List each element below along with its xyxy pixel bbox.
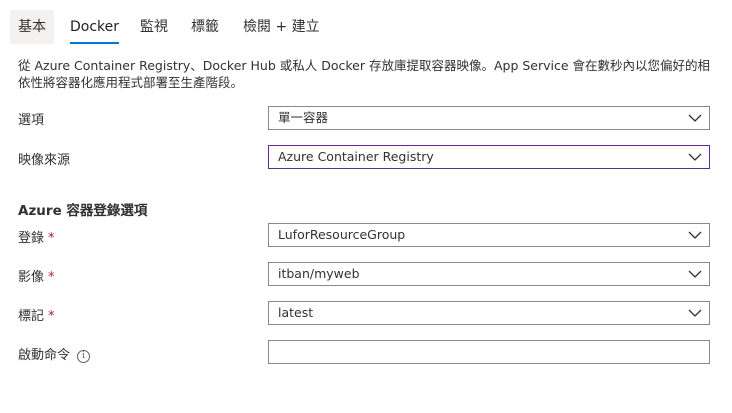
image-value: itban/myweb <box>278 266 360 281</box>
info-icon[interactable]: i <box>77 350 91 363</box>
tag-value: latest <box>278 305 314 320</box>
tag-dropdown[interactable]: latest <box>268 301 710 325</box>
tab-basics[interactable]: 基本 <box>10 10 54 44</box>
image-label-text: 影像 <box>18 270 45 285</box>
tab-monitoring[interactable]: 監視 <box>140 10 168 44</box>
chevron-down-icon <box>688 231 702 239</box>
chevron-down-icon <box>688 114 702 122</box>
tab-review-create[interactable]: 檢閱 + 建立 <box>243 10 320 44</box>
tab-docker[interactable]: Docker <box>70 10 120 44</box>
docker-description: 從 Azure Container Registry、Docker Hub 或私… <box>18 58 711 90</box>
acr-section-title: Azure 容器登錄選項 <box>18 203 148 219</box>
chevron-down-icon <box>688 153 702 161</box>
tab-tags[interactable]: 標籤 <box>191 10 219 44</box>
required-marker: * <box>48 231 55 246</box>
image-dropdown[interactable]: itban/myweb <box>268 262 710 286</box>
options-dropdown[interactable]: 單一容器 <box>268 106 710 130</box>
startup-command-label: 啟動命令 i <box>18 344 91 363</box>
registry-label: 登錄 * <box>18 227 55 246</box>
tag-label-text: 標記 <box>18 309 45 324</box>
chevron-down-icon <box>688 270 702 278</box>
required-marker: * <box>48 270 55 285</box>
options-label: 選項 <box>18 113 45 128</box>
startup-command-label-text: 啟動命令 <box>18 348 71 363</box>
options-value: 單一容器 <box>278 110 329 125</box>
image-label: 影像 * <box>18 266 55 285</box>
startup-command-input[interactable] <box>268 340 710 364</box>
registry-dropdown[interactable]: LuforResourceGroup <box>268 223 710 247</box>
image-source-value: Azure Container Registry <box>278 149 434 164</box>
image-source-label: 映像來源 <box>18 153 71 168</box>
image-source-dropdown[interactable]: Azure Container Registry <box>268 145 710 169</box>
chevron-down-icon <box>688 309 702 317</box>
tag-label: 標記 * <box>18 305 55 324</box>
registry-label-text: 登錄 <box>18 231 45 246</box>
required-marker: * <box>48 309 55 324</box>
registry-value: LuforResourceGroup <box>278 227 406 242</box>
